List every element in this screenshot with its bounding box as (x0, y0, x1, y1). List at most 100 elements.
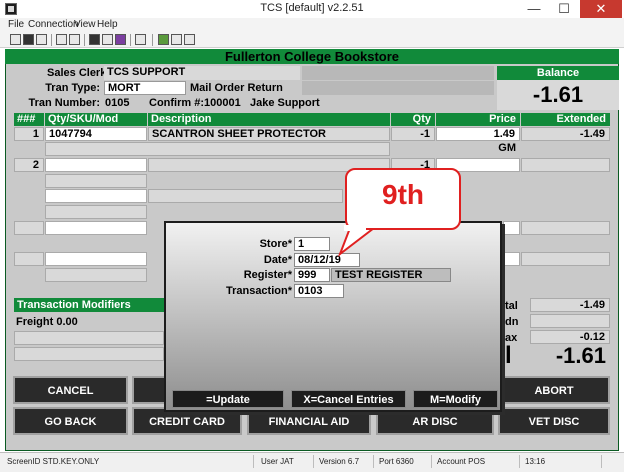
tran-type-field[interactable]: MORT (104, 81, 186, 95)
users-icon[interactable] (158, 34, 169, 45)
tran-type-description: Mail Order Return (190, 82, 283, 94)
subtotal-label: tal (505, 300, 518, 312)
toolbar-separator (152, 34, 153, 46)
abort-button[interactable]: ABORT (498, 376, 610, 404)
extended-cell (521, 158, 610, 172)
tran-number-value: 0105 (105, 97, 130, 109)
status-version: Version 6.7 (316, 455, 374, 468)
price-field[interactable] (503, 221, 520, 235)
transaction-input[interactable]: 0103 (294, 284, 344, 298)
discount-value (530, 314, 610, 328)
store-header: Fullerton College Bookstore (5, 49, 619, 64)
sales-clerk-label: Sales Clerk: (47, 67, 110, 79)
date-label: Date* (263, 254, 292, 266)
save-icon[interactable] (23, 34, 34, 45)
modify-button[interactable]: M=Modify (413, 390, 498, 408)
sales-clerk-value: TCS SUPPORT (104, 66, 300, 80)
vet-disc-button[interactable]: VET DISC (498, 407, 610, 435)
store-label: Store* (259, 238, 292, 250)
minimize-button[interactable]: — (520, 0, 548, 18)
callout-joint (344, 225, 366, 231)
row-number (14, 221, 44, 235)
menu-file[interactable]: File (8, 19, 24, 30)
description-cell (148, 189, 343, 203)
description-cell: SCANTRON SHEET PROTECTOR (148, 127, 390, 141)
col-header-sku: Qty/SKU/Mod (45, 113, 147, 126)
tran-number-label: Tran Number: (28, 97, 100, 109)
row-number: 1 (14, 127, 44, 141)
empty-row-cell (45, 268, 147, 282)
sku-field[interactable] (45, 221, 147, 235)
empty-row-cell (45, 174, 147, 188)
sku-field[interactable] (45, 189, 147, 203)
extended-cell: -1.49 (521, 127, 610, 141)
register-input[interactable]: 999 (294, 268, 330, 282)
status-account: Account POS (434, 455, 520, 468)
new-icon[interactable] (10, 34, 21, 45)
row-detail (45, 142, 390, 156)
dropdown-icon[interactable] (135, 34, 146, 45)
col-header-qty: Qty (391, 113, 435, 126)
info-filler (302, 81, 494, 95)
menu-help[interactable]: Help (97, 19, 118, 30)
info-filler (302, 66, 494, 80)
transaction-modifiers-header: Transaction Modifiers (14, 298, 164, 312)
balance-label: Balance (497, 66, 619, 80)
menu-view[interactable]: View (74, 19, 96, 30)
col-header-num: ### (14, 113, 44, 126)
col-header-description: Description (148, 113, 390, 126)
maximize-button[interactable]: ☐ (550, 0, 578, 18)
empty-row-cell (45, 205, 147, 219)
customer-name: Jake Support (250, 97, 320, 109)
tools-icon[interactable] (171, 34, 182, 45)
row-number: 2 (14, 158, 44, 172)
modifier-row (14, 347, 164, 361)
col-header-price: Price (436, 113, 520, 126)
confirm-value: 100001 (204, 97, 241, 109)
status-time: 13:16 (522, 455, 602, 468)
monitor-icon[interactable] (89, 34, 100, 45)
status-port: Port 6360 (376, 455, 432, 468)
price-field[interactable]: 1.49 (436, 127, 520, 141)
close-button[interactable]: ✕ (580, 0, 622, 18)
modifier-row (14, 331, 164, 345)
network-icon[interactable] (102, 34, 113, 45)
folder-icon[interactable] (184, 34, 195, 45)
tran-type-label: Tran Type: (45, 82, 100, 94)
price-field[interactable] (503, 252, 520, 266)
col-header-extended: Extended (521, 113, 610, 126)
menu-connection[interactable]: Connection (28, 19, 79, 30)
discount-label: dn (505, 316, 519, 328)
toolbar-separator (84, 34, 85, 46)
update-button[interactable]: =Update (172, 390, 284, 408)
cancel-button[interactable]: CANCEL (13, 376, 128, 404)
register-label: Register* (243, 269, 292, 281)
tax-value: -0.12 (530, 330, 610, 344)
print-icon[interactable] (36, 34, 47, 45)
key-icon[interactable] (69, 34, 80, 45)
status-screen-id: ScreenID STD.KEY.ONLY (4, 455, 254, 468)
row-note: GM (391, 142, 520, 156)
toolbar-separator (51, 34, 52, 46)
eraser-icon[interactable] (115, 34, 126, 45)
total-label: l (505, 342, 512, 369)
extended-cell (521, 252, 610, 266)
cancel-entries-button[interactable]: X=Cancel Entries (291, 390, 406, 408)
toolbar-separator (130, 34, 131, 46)
lock-icon[interactable] (56, 34, 67, 45)
go-back-button[interactable]: GO BACK (13, 407, 128, 435)
callout-text: 9th (382, 179, 424, 210)
sku-field[interactable] (45, 252, 147, 266)
sku-field[interactable] (45, 158, 147, 172)
qty-cell: -1 (391, 127, 435, 141)
balance-value: -1.61 (497, 80, 619, 110)
sku-field[interactable]: 1047794 (45, 127, 147, 141)
total-value: -1.61 (555, 343, 606, 368)
subtotal-value: -1.49 (530, 298, 610, 312)
store-input[interactable]: 1 (294, 237, 330, 251)
status-user: User JAT (258, 455, 314, 468)
freight-value: Freight 0.00 (16, 316, 78, 328)
register-name: TEST REGISTER (331, 268, 451, 282)
transaction-label: Transaction* (225, 285, 292, 297)
confirm-label: Confirm #: (149, 97, 204, 109)
